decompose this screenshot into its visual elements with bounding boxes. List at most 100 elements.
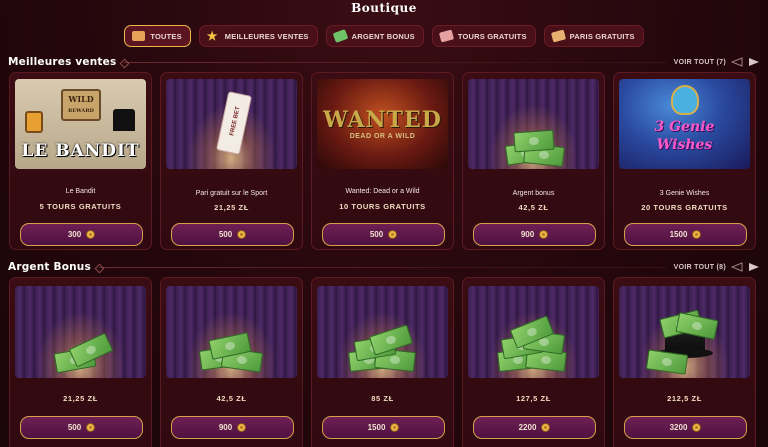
coin-icon	[390, 423, 400, 432]
coin-icon	[237, 423, 247, 432]
price-label: 300	[67, 230, 82, 239]
game-subtitle-text: DEAD OR A WILD	[349, 133, 416, 140]
product-card[interactable]: 127,5 ZŁ 2200	[462, 277, 605, 447]
section-title: Meilleures ventes	[8, 56, 117, 68]
divider	[124, 61, 666, 63]
best-sellers-row: WILD REWARD LE BANDIT Le Bandit 5 TOURS …	[9, 72, 759, 250]
product-card[interactable]: 85 ZŁ 1500	[311, 277, 454, 447]
game-thumbnail: WILD REWARD LE BANDIT	[15, 79, 146, 169]
product-card[interactable]: 3 Genie Wishes 3 Genie Wishes 20 TOURS G…	[613, 72, 756, 250]
product-value: 21,25 ZŁ	[63, 394, 98, 403]
product-card[interactable]: Argent bonus 42,5 ZŁ 900	[462, 72, 605, 250]
tab-meilleures-ventes[interactable]: ★ MEILLEURES VENTES	[198, 25, 318, 47]
game-logo-text: WANTED	[323, 107, 442, 133]
tab-paris-gratuits[interactable]: PARIS GRATUITS	[543, 25, 644, 47]
money-stack-icon	[645, 349, 697, 375]
buy-button[interactable]: 300	[20, 223, 143, 246]
free-bet-ticket-icon: FREE BET	[216, 91, 252, 155]
ticket-icon	[438, 29, 454, 43]
product-value: 42,5 ZŁ	[518, 203, 549, 212]
buy-button[interactable]: 500	[171, 223, 294, 246]
money-stack-icon	[348, 324, 419, 373]
product-value: 5 TOURS GRATUITS	[39, 202, 122, 211]
product-card[interactable]: 212,5 ZŁ 3200	[613, 277, 756, 447]
money-stack-icon	[657, 309, 719, 340]
buy-button[interactable]: 900	[473, 223, 596, 246]
price-label: 900	[520, 230, 535, 239]
price-label: 2200	[518, 423, 537, 432]
product-card[interactable]: FREE BET Pari gratuit sur le Sport 21,25…	[160, 72, 303, 250]
product-image	[468, 286, 599, 378]
product-card[interactable]: WANTED DEAD OR A WILD Wanted: Dead or a …	[311, 72, 454, 250]
price-label: 500	[67, 423, 82, 432]
beer-mug-icon	[25, 111, 43, 133]
product-image	[468, 79, 599, 169]
product-name: 3 Genie Wishes	[659, 190, 710, 197]
product-image	[619, 286, 750, 378]
arrow-left-icon[interactable]	[731, 262, 743, 272]
section-header-bonus-money: Argent Bonus VOIR TOUT (8)	[8, 260, 760, 274]
price-label: 1500	[669, 230, 688, 239]
coin-icon	[692, 423, 702, 432]
price-label: 500	[218, 230, 233, 239]
product-card[interactable]: WILD REWARD LE BANDIT Le Bandit 5 TOURS …	[9, 72, 152, 250]
product-value: 127,5 ZŁ	[516, 394, 551, 403]
product-image	[166, 286, 297, 378]
price-label: 900	[218, 423, 233, 432]
bet-ticket-icon	[550, 29, 566, 43]
coin-icon	[237, 230, 247, 239]
price-label: 500	[369, 230, 384, 239]
money-stack-icon	[198, 332, 266, 373]
top-hat-icon	[113, 109, 135, 131]
coin-icon	[388, 230, 398, 239]
buy-button[interactable]: 2200	[473, 416, 596, 439]
buy-button[interactable]: 500	[20, 416, 143, 439]
tab-toutes[interactable]: TOUTES	[124, 25, 191, 47]
product-card[interactable]: 21,25 ZŁ 500	[9, 277, 152, 447]
page-title: Boutique	[351, 1, 417, 15]
arrow-left-icon[interactable]	[731, 57, 743, 67]
buy-button[interactable]: 1500	[624, 223, 747, 246]
money-icon	[332, 29, 348, 43]
product-name: Pari gratuit sur le Sport	[195, 190, 268, 197]
product-value: 21,25 ZŁ	[214, 203, 249, 212]
money-stack-icon	[504, 129, 566, 168]
product-value: 42,5 ZŁ	[216, 394, 247, 403]
coin-icon	[86, 230, 96, 239]
tab-tours-gratuits[interactable]: TOURS GRATUITS	[431, 25, 536, 47]
category-tabs: TOUTES ★ MEILLEURES VENTES ARGENT BONUS …	[0, 25, 768, 47]
product-card[interactable]: 42,5 ZŁ 900	[160, 277, 303, 447]
see-all-link[interactable]: VOIR TOUT (7)	[674, 59, 726, 66]
ticket-text: FREE BET	[229, 106, 242, 137]
section-header-best-sellers: Meilleures ventes VOIR TOUT (7)	[8, 55, 760, 69]
tag-icon	[132, 31, 146, 41]
game-subtitle-text: Wishes	[656, 137, 713, 153]
section-title: Argent Bonus	[8, 261, 91, 273]
price-label: 3200	[669, 423, 688, 432]
star-icon: ★	[206, 29, 218, 43]
coin-icon	[539, 230, 549, 239]
reward-text: REWARD	[68, 108, 94, 114]
product-image: FREE BET	[166, 79, 297, 169]
divider	[98, 266, 666, 268]
buy-button[interactable]: 900	[171, 416, 294, 439]
money-stack-icon	[53, 332, 115, 374]
game-logo-text: LE BANDIT	[21, 141, 140, 161]
tab-label: PARIS GRATUITS	[569, 31, 635, 41]
buy-button[interactable]: 3200	[624, 416, 747, 439]
see-all-link[interactable]: VOIR TOUT (8)	[674, 264, 726, 271]
buy-button[interactable]: 1500	[322, 416, 445, 439]
product-name: Wanted: Dead or a Wild	[345, 188, 420, 195]
game-thumbnail: WANTED DEAD OR A WILD	[317, 79, 448, 169]
arrow-right-icon[interactable]	[748, 57, 760, 67]
arrow-right-icon[interactable]	[748, 262, 760, 272]
tab-label: TOUTES	[150, 31, 182, 41]
coin-icon	[86, 423, 96, 432]
product-name: Le Bandit	[65, 188, 96, 195]
tab-label: MEILLEURES VENTES	[224, 31, 309, 41]
buy-button[interactable]: 500	[322, 223, 445, 246]
genie-figure	[671, 85, 699, 115]
bonus-money-row: 21,25 ZŁ 500 42,5 ZŁ 900 85 ZŁ 1500 127,…	[9, 277, 759, 447]
tab-argent-bonus[interactable]: ARGENT BONUS	[325, 25, 424, 47]
product-value: 20 TOURS GRATUITS	[641, 203, 728, 212]
